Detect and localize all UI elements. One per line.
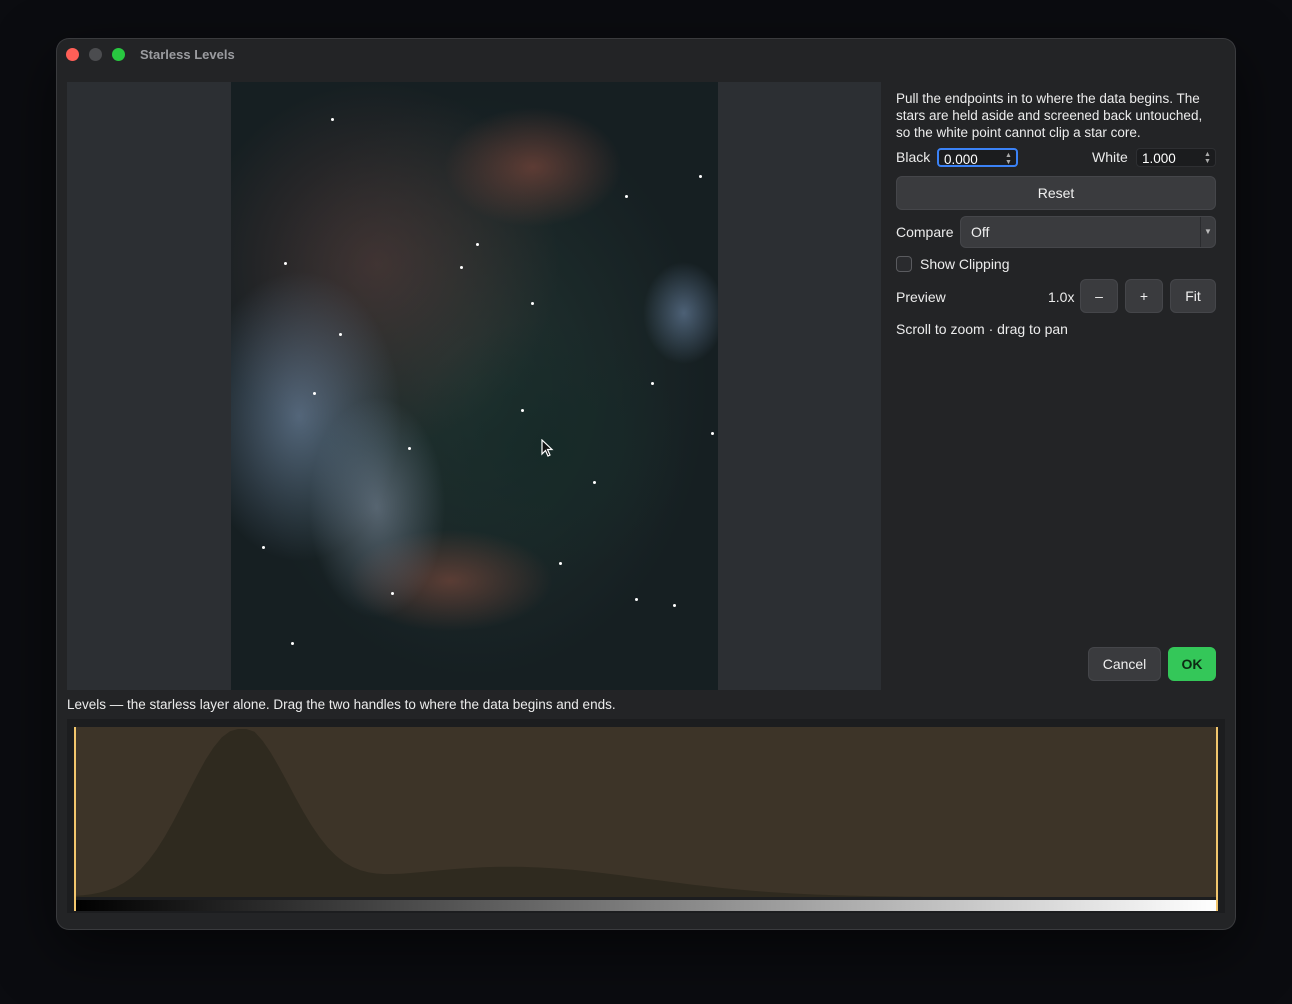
starless-image[interactable]	[231, 82, 718, 690]
starless-levels-window: Starless Levels Pull the endpoints in to…	[57, 39, 1235, 929]
levels-histogram[interactable]	[67, 719, 1225, 913]
tone-ramp	[75, 900, 1217, 911]
show-clipping-checkbox[interactable]	[896, 256, 912, 272]
star	[339, 333, 342, 336]
star	[699, 175, 702, 178]
image-preview[interactable]	[67, 82, 881, 690]
star	[313, 392, 316, 395]
star	[391, 592, 394, 595]
stepper-arrows-icon[interactable]: ▲ ▼	[1203, 151, 1212, 165]
show-clipping-label[interactable]: Show Clipping	[920, 256, 1010, 272]
white-point-stepper[interactable]: 1.000 ▲ ▼	[1136, 148, 1216, 167]
close-window-button[interactable]	[66, 48, 79, 61]
chevron-down-icon[interactable]: ▼	[1200, 217, 1215, 247]
star	[635, 598, 638, 601]
levels-caption: Levels — the starless layer alone. Drag …	[67, 697, 616, 712]
black-point-value: 0.000	[944, 152, 978, 167]
reset-button[interactable]: Reset	[896, 176, 1216, 210]
star	[262, 546, 265, 549]
black-point-stepper[interactable]: 0.000 ▲ ▼	[937, 148, 1018, 167]
star	[291, 642, 294, 645]
mouse-cursor-icon	[541, 439, 554, 457]
title-bar[interactable]: Starless Levels	[57, 39, 1235, 71]
compare-value: Off	[971, 224, 990, 240]
maximize-window-button[interactable]	[112, 48, 125, 61]
star	[408, 447, 411, 450]
star	[284, 262, 287, 265]
histogram-graphic[interactable]	[67, 719, 1225, 913]
zoom-out-button[interactable]: –	[1080, 279, 1118, 313]
star	[593, 481, 596, 484]
star	[531, 302, 534, 305]
zoom-in-button[interactable]: +	[1125, 279, 1163, 313]
star	[651, 382, 654, 385]
fit-button[interactable]: Fit	[1170, 279, 1216, 313]
zoom-level: 1.0x	[1048, 289, 1075, 305]
instructions-text: Pull the endpoints in to where the data …	[896, 91, 1203, 140]
cancel-button[interactable]: Cancel	[1088, 647, 1161, 681]
star	[711, 432, 714, 435]
star	[625, 195, 628, 198]
black-label: Black	[896, 149, 931, 165]
white-label: White	[1092, 149, 1128, 165]
star	[559, 562, 562, 565]
window-title: Starless Levels	[140, 47, 235, 62]
star	[460, 266, 463, 269]
preview-label: Preview	[896, 289, 946, 305]
star	[673, 604, 676, 607]
compare-select[interactable]: Off ▼	[960, 216, 1216, 248]
minimize-window-button[interactable]	[89, 48, 102, 61]
star	[331, 118, 334, 121]
compare-label: Compare	[896, 224, 954, 240]
white-point-value: 1.000	[1142, 151, 1176, 166]
star	[521, 409, 524, 412]
stepper-arrows-icon[interactable]: ▲ ▼	[1004, 152, 1013, 166]
zoom-hint-text: Scroll to zoom · drag to pan	[896, 321, 1068, 337]
ok-button[interactable]: OK	[1168, 647, 1216, 681]
star	[476, 243, 479, 246]
